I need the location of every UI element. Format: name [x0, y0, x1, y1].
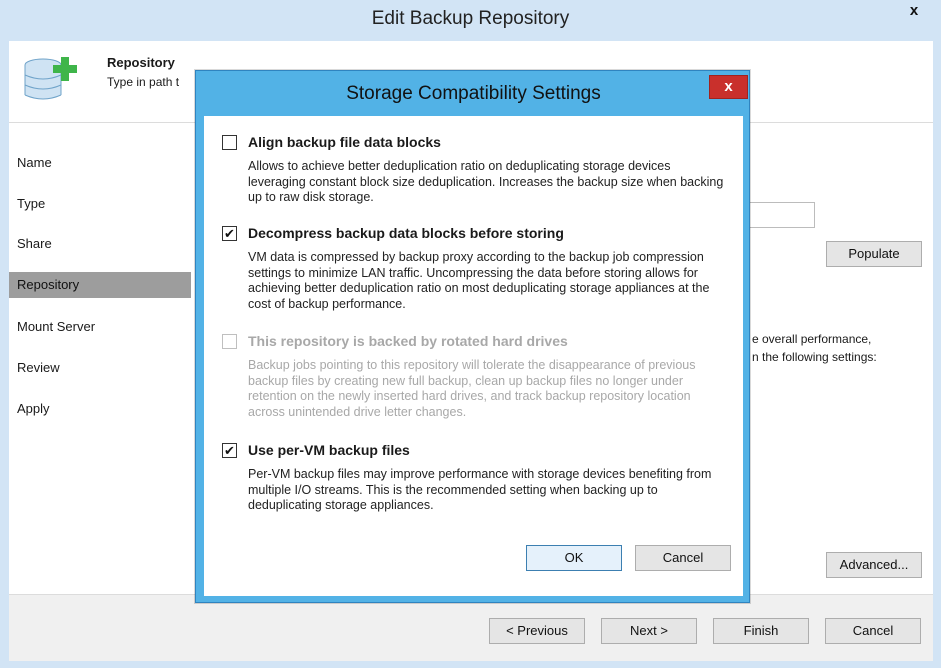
path-input[interactable]: [749, 202, 815, 228]
option-description: Backup jobs pointing to this repository …: [248, 358, 696, 419]
rotated-drives-checkbox: [222, 334, 237, 349]
option-label[interactable]: Use per-VM backup files: [248, 442, 410, 458]
sidebar-item-repository[interactable]: Repository: [9, 272, 191, 298]
cancel-button[interactable]: Cancel: [825, 618, 921, 644]
storage-compatibility-dialog: Storage Compatibility Settings x Align b…: [195, 70, 750, 603]
populate-button[interactable]: Populate: [826, 241, 922, 267]
window-close-button[interactable]: x: [896, 0, 932, 24]
option-label: This repository is backed by rotated har…: [248, 333, 568, 349]
dialog-body: Align backup file data blocks Allows to …: [204, 116, 743, 596]
window-title: Edit Backup Repository: [371, 8, 570, 29]
sidebar-item-apply[interactable]: Apply: [9, 396, 191, 422]
option-label[interactable]: Decompress backup data blocks before sto…: [248, 225, 564, 241]
next-button[interactable]: Next >: [601, 618, 697, 644]
header-title: Repository: [107, 55, 175, 70]
performance-hint-line2: n the following settings:: [752, 350, 877, 364]
sidebar-item-mount-server[interactable]: Mount Server: [9, 314, 191, 340]
sidebar-item-name[interactable]: Name: [9, 150, 191, 176]
option-description: VM data is compressed by backup proxy ac…: [248, 250, 710, 311]
sidebar-item-review[interactable]: Review: [9, 355, 191, 381]
dialog-title: Storage Compatibility Settings: [346, 83, 601, 104]
sidebar-item-share[interactable]: Share: [9, 231, 191, 257]
sidebar-item-type[interactable]: Type: [9, 191, 191, 217]
header-subtitle: Type in path t: [107, 75, 180, 89]
wizard-steps-sidebar: Name Type Share Repository Mount Server …: [9, 124, 191, 594]
align-blocks-checkbox[interactable]: [222, 135, 237, 150]
previous-button[interactable]: < Previous: [489, 618, 585, 644]
option-description: Per-VM backup files may improve performa…: [248, 467, 712, 512]
database-add-icon: [24, 57, 77, 100]
decompress-blocks-checkbox[interactable]: ✔: [222, 226, 237, 241]
finish-button[interactable]: Finish: [713, 618, 809, 644]
wizard-footer: < Previous Next > Finish Cancel: [9, 594, 933, 661]
option-label[interactable]: Align backup file data blocks: [248, 134, 441, 150]
option-description: Allows to achieve better deduplication r…: [248, 159, 724, 204]
ok-button[interactable]: OK: [526, 545, 622, 571]
advanced-button[interactable]: Advanced...: [826, 552, 922, 578]
per-vm-files-checkbox[interactable]: ✔: [222, 443, 237, 458]
performance-hint-line1: e overall performance,: [752, 332, 872, 346]
dialog-close-button[interactable]: x: [709, 75, 748, 99]
dialog-cancel-button[interactable]: Cancel: [635, 545, 731, 571]
